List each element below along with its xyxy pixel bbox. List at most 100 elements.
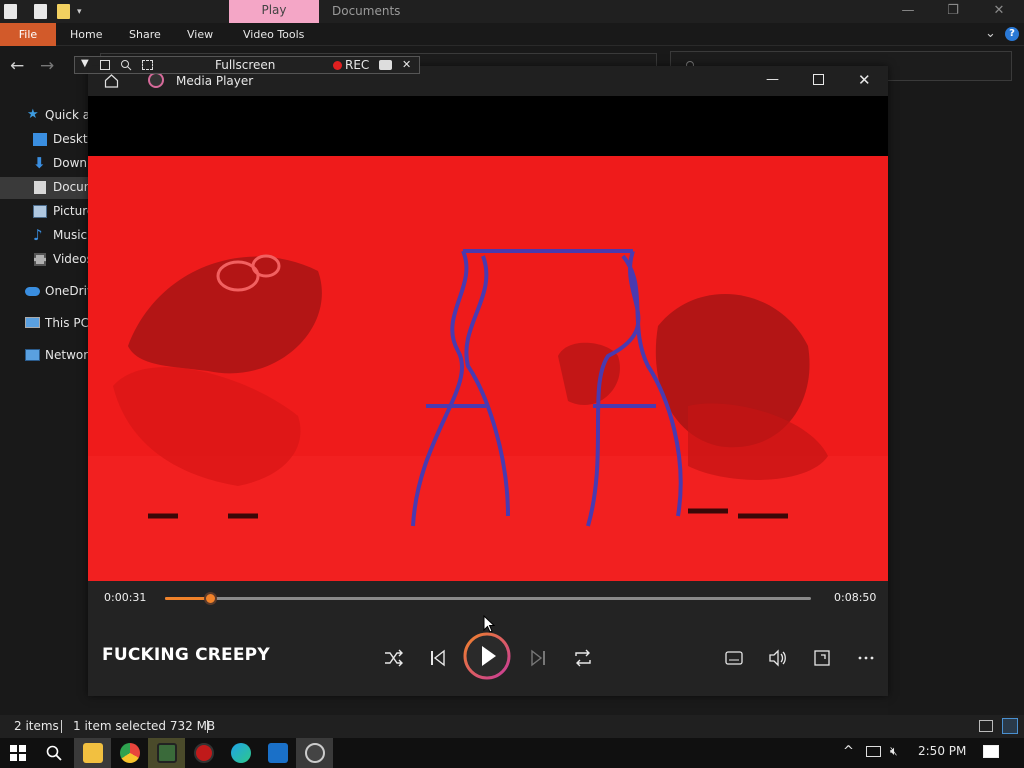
ribbon-tabs: File Home Share View Video Tools ⌄ ?	[0, 23, 1024, 46]
seek-bar[interactable]	[165, 592, 811, 605]
sidebar-item-quick-access[interactable]: ★ Quick access	[0, 105, 90, 127]
tab-file[interactable]: File	[0, 23, 56, 46]
file-explorer-icon[interactable]	[83, 743, 103, 763]
customize-chevron-icon[interactable]: ▾	[77, 7, 87, 17]
repeat-icon[interactable]	[568, 643, 598, 673]
seek-thumb[interactable]	[203, 592, 217, 605]
cloud-icon	[25, 287, 40, 296]
status-separator	[61, 720, 62, 733]
picture-icon	[33, 205, 47, 218]
edge-icon[interactable]	[231, 743, 251, 763]
explorer-titlebar: ▾ Play Documents — ❐ ✕	[0, 0, 1024, 23]
maximize-icon[interactable]	[813, 74, 824, 85]
details-view-icon[interactable]	[979, 720, 993, 732]
windows-start-icon[interactable]	[10, 745, 26, 761]
song-title: FUCKING CREEPY	[102, 645, 270, 665]
tab-home[interactable]: Home	[70, 28, 102, 41]
record-dot-icon[interactable]	[333, 61, 342, 70]
context-tab-play[interactable]: Play	[229, 0, 319, 23]
sidebar-item-pictures[interactable]: Pictures	[0, 201, 90, 223]
media-player-window: Media Player — ✕ 0:00:31 0:08:50 FUCKING	[88, 66, 888, 696]
media-player-logo-icon	[148, 72, 164, 88]
play-button[interactable]	[462, 631, 512, 681]
clock-time[interactable]: 2:50 PM	[918, 744, 966, 758]
sidebar-item-documents[interactable]: Documents	[0, 177, 90, 199]
back-arrow-icon[interactable]: ←	[10, 56, 24, 76]
restore-icon[interactable]: ❐	[930, 0, 976, 22]
sidebar-item-desktop[interactable]: Desktop	[0, 129, 90, 151]
volume-icon[interactable]	[763, 643, 793, 673]
sidebar-item-label: This PC	[45, 316, 89, 330]
mini-player-icon[interactable]	[807, 643, 837, 673]
total-time: 0:08:50	[834, 591, 877, 604]
volume-muted-icon[interactable]: 🔇︎	[890, 744, 898, 759]
status-bar: 2 items 1 item selected 732 MB	[0, 715, 1024, 738]
navigation-pane: ★ Quick access Desktop ⬇ Downloads Docum…	[0, 88, 90, 715]
rec-label[interactable]: REC	[345, 58, 369, 72]
forward-arrow-icon[interactable]: →	[40, 56, 54, 76]
fullscreen-toolbar: ▼ Fullscreen REC ✕	[74, 56, 420, 74]
video-content	[88, 156, 888, 581]
subtitles-icon[interactable]	[719, 643, 749, 673]
window-title: Documents	[332, 4, 401, 18]
sidebar-item-label: OneDrive	[45, 284, 90, 298]
search-icon[interactable]	[46, 745, 62, 761]
video-icon	[34, 253, 46, 266]
document-icon	[34, 181, 46, 194]
home-icon[interactable]	[104, 74, 119, 88]
minimize-icon[interactable]: —	[766, 72, 779, 87]
computer-icon	[25, 317, 40, 328]
file-list-area	[888, 88, 1024, 715]
region-select-icon[interactable]	[142, 60, 153, 70]
document-icon[interactable]	[4, 4, 17, 19]
close-icon[interactable]: ✕	[858, 71, 871, 89]
sidebar-item-label: Pictures	[53, 204, 90, 218]
network-icon	[25, 349, 40, 361]
selection-info: 1 item selected 732 MB	[73, 719, 216, 733]
new-folder-icon[interactable]	[57, 4, 70, 19]
tab-video-tools[interactable]: Video Tools	[243, 28, 304, 41]
video-letterbox	[88, 96, 888, 156]
zoom-icon[interactable]	[120, 59, 132, 71]
sidebar-item-downloads[interactable]: ⬇ Downloads	[0, 153, 90, 175]
sidebar-item-label: Quick access	[45, 108, 90, 122]
sidebar-item-label: Network	[45, 348, 90, 362]
network-status-icon[interactable]	[866, 746, 881, 757]
app-title: Media Player	[176, 74, 254, 88]
properties-icon[interactable]	[34, 4, 47, 19]
video-frame[interactable]	[88, 156, 888, 581]
minimize-icon[interactable]: —	[885, 0, 931, 22]
help-icon[interactable]: ?	[1005, 27, 1019, 41]
app-icon[interactable]	[157, 743, 177, 763]
dropdown-arrow-icon[interactable]: ▼	[81, 58, 89, 69]
elapsed-time: 0:00:31	[104, 591, 147, 604]
sidebar-item-videos[interactable]: Videos	[0, 249, 90, 271]
star-icon: ★	[27, 107, 39, 122]
more-options-icon[interactable]	[851, 643, 881, 673]
shuffle-icon[interactable]	[378, 643, 408, 673]
close-toolbar-icon[interactable]: ✕	[402, 58, 411, 71]
sidebar-item-music[interactable]: ♪ Music	[0, 225, 90, 247]
large-icons-view-icon[interactable]	[1002, 718, 1018, 734]
sidebar-item-this-pc[interactable]: This PC	[0, 313, 90, 335]
close-icon[interactable]: ✕	[976, 0, 1022, 22]
tab-share[interactable]: Share	[129, 28, 161, 41]
chrome-icon[interactable]	[120, 743, 140, 763]
media-player-icon[interactable]	[305, 743, 325, 763]
notification-center-icon[interactable]	[983, 745, 999, 758]
expand-ribbon-chevron-icon[interactable]: ⌄	[985, 26, 996, 41]
tab-view[interactable]: View	[187, 28, 213, 41]
show-hidden-icons-chevron-icon[interactable]: ^	[843, 744, 854, 759]
store-icon[interactable]	[268, 743, 288, 763]
camera-icon[interactable]	[379, 60, 392, 70]
taskbar: ^ 🔇︎ 2:50 PM	[0, 738, 1024, 768]
previous-track-icon[interactable]	[422, 643, 452, 673]
sidebar-item-onedrive[interactable]: OneDrive	[0, 281, 90, 303]
next-track-icon[interactable]	[524, 643, 554, 673]
music-icon: ♪	[33, 226, 43, 244]
sidebar-item-label: Videos	[53, 252, 90, 266]
recorder-icon[interactable]	[194, 743, 214, 763]
restore-window-icon[interactable]	[100, 60, 110, 70]
progress-area: 0:00:31 0:08:50	[88, 581, 888, 619]
sidebar-item-network[interactable]: Network	[0, 345, 90, 367]
